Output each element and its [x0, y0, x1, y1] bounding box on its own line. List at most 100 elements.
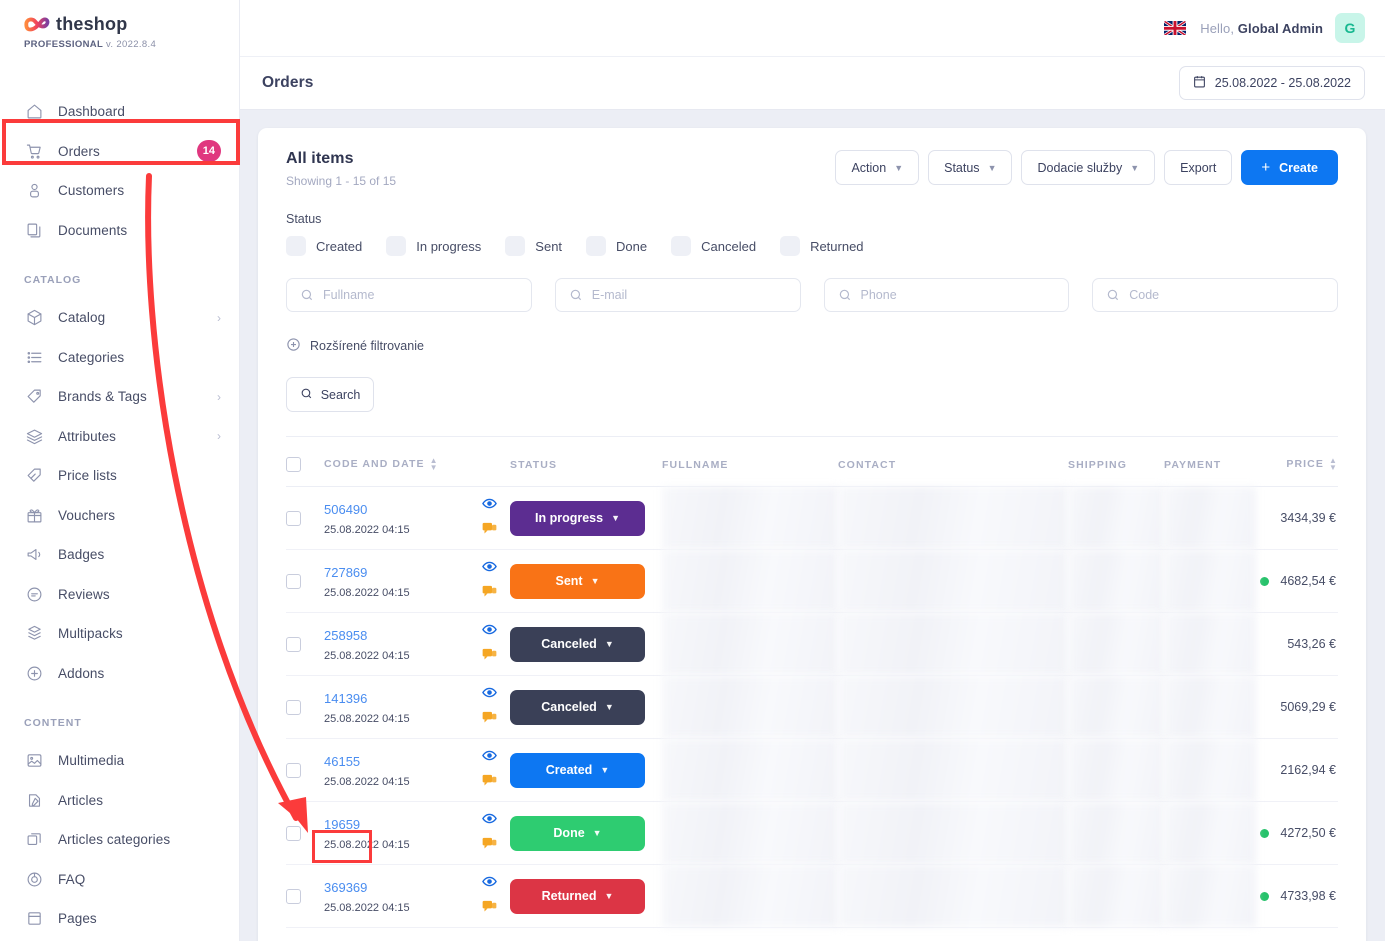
row-checkbox[interactable]: [286, 699, 301, 715]
row-select-cell[interactable]: [286, 549, 324, 613]
sidebar-item-faq[interactable]: FAQ: [0, 860, 239, 900]
comment-icon[interactable]: [482, 710, 497, 730]
search-input[interactable]: [1129, 279, 1337, 311]
status-pill[interactable]: Canceled ▼: [510, 626, 645, 662]
sidebar-item-orders[interactable]: Orders 14: [0, 132, 239, 172]
comment-icon[interactable]: [482, 647, 497, 667]
filter-e-mail-field[interactable]: [554, 278, 801, 312]
avatar[interactable]: G: [1335, 13, 1365, 43]
table-row[interactable]: 506490 25.08.2022 04:15 In progress ▼ 3434,3…: [286, 486, 1338, 550]
order-code-link[interactable]: 258958: [324, 628, 367, 643]
col-code-and-date[interactable]: CODE AND DATE ▲ ▼: [324, 443, 468, 487]
select-all-header[interactable]: [286, 443, 324, 487]
comment-icon[interactable]: [482, 899, 497, 919]
export-button[interactable]: Export: [1164, 150, 1233, 185]
sidebar-item-categories[interactable]: Categories: [0, 338, 239, 378]
table-row[interactable]: 727869 25.08.2022 04:15 Sent ▼ 4682,54 €: [286, 549, 1338, 613]
order-code-link[interactable]: 369369: [324, 880, 367, 895]
row-checkbox[interactable]: [286, 573, 301, 589]
status-pill[interactable]: Done ▼: [510, 815, 645, 851]
search-input[interactable]: [591, 279, 800, 311]
table-row[interactable]: 141396 25.08.2022 04:15 Canceled ▼ 5069,29 €: [286, 675, 1338, 739]
comment-icon[interactable]: [482, 521, 497, 541]
status-filter-sent[interactable]: Sent: [505, 236, 562, 256]
delivery-dropdown[interactable]: Dodacie služby ▼: [1021, 150, 1156, 185]
col-price[interactable]: PRICE ▲ ▼: [1256, 443, 1338, 487]
sidebar-item-brands-tags[interactable]: Brands & Tags ›: [0, 377, 239, 417]
order-code-link[interactable]: 19659: [324, 817, 360, 832]
sidebar-item-attributes[interactable]: Attributes ›: [0, 417, 239, 457]
status-filter-returned[interactable]: Returned: [780, 236, 864, 256]
row-select-cell[interactable]: [286, 675, 324, 739]
comment-icon[interactable]: [482, 836, 497, 856]
eye-icon[interactable]: [481, 559, 497, 579]
filter-code-field[interactable]: [1092, 278, 1338, 312]
row-checkbox[interactable]: [286, 510, 301, 526]
search-input[interactable]: [323, 279, 531, 311]
checkbox[interactable]: [780, 236, 801, 256]
status-pill[interactable]: Returned ▼: [510, 878, 645, 914]
table-row[interactable]: 19659 25.08.2022 04:15 Done ▼ 4272,50 €: [286, 801, 1338, 865]
status-filter-in-progress[interactable]: In progress: [386, 236, 481, 256]
create-button[interactable]: + Create: [1241, 150, 1338, 185]
row-select-cell[interactable]: [286, 612, 324, 676]
status-pill[interactable]: Sent ▼: [510, 563, 645, 599]
row-checkbox[interactable]: [286, 825, 301, 841]
action-dropdown[interactable]: Action ▼: [835, 150, 920, 185]
status-pill[interactable]: Created ▼: [510, 752, 645, 788]
sidebar-item-articles[interactable]: Articles: [0, 781, 239, 821]
search-input[interactable]: [860, 279, 1069, 311]
status-dropdown[interactable]: Status ▼: [928, 150, 1013, 185]
sidebar-item-price-lists[interactable]: Price lists: [0, 456, 239, 496]
comment-icon[interactable]: [482, 773, 497, 793]
checkbox[interactable]: [586, 236, 607, 256]
sort-icon[interactable]: ▲ ▼: [1329, 457, 1338, 471]
eye-icon[interactable]: [481, 496, 497, 516]
date-range-picker[interactable]: 25.08.2022 - 25.08.2022: [1178, 66, 1365, 100]
checkbox[interactable]: [671, 236, 692, 256]
status-filter-canceled[interactable]: Canceled: [671, 236, 756, 256]
checkbox[interactable]: [286, 236, 306, 256]
checkbox[interactable]: [505, 236, 526, 256]
eye-icon[interactable]: [481, 748, 497, 768]
advanced-filter-toggle[interactable]: Rozšírené filtrovanie: [286, 337, 1338, 355]
eye-icon[interactable]: [481, 811, 497, 831]
sidebar-item-catalog[interactable]: Catalog ›: [0, 298, 239, 338]
sidebar-item-multipacks[interactable]: Multipacks: [0, 614, 239, 654]
table-row[interactable]: 258958 25.08.2022 04:15 Canceled ▼ 543,26 €: [286, 612, 1338, 676]
chevron-right-icon[interactable]: ›: [217, 430, 221, 442]
sidebar-item-documents[interactable]: Documents: [0, 211, 239, 251]
checkbox[interactable]: [386, 236, 407, 256]
eye-icon[interactable]: [481, 874, 497, 894]
sidebar-item-dashboard[interactable]: Dashboard: [0, 92, 239, 132]
status-pill[interactable]: In progress ▼: [510, 500, 645, 536]
status-filter-created[interactable]: Created: [286, 236, 362, 256]
brand-logo[interactable]: theshop PROFESSIONAL v. 2022.8.4: [0, 0, 239, 50]
sidebar-item-pages[interactable]: Pages: [0, 899, 239, 939]
row-select-cell[interactable]: [286, 864, 324, 928]
uk-flag-icon[interactable]: [1164, 20, 1187, 36]
select-all-checkbox[interactable]: [286, 457, 301, 472]
row-checkbox[interactable]: [286, 762, 301, 778]
sidebar-item-articles-categories[interactable]: Articles categories: [0, 820, 239, 860]
row-checkbox[interactable]: [286, 888, 301, 904]
chevron-right-icon[interactable]: ›: [217, 391, 221, 403]
filter-fullname-field[interactable]: [286, 278, 532, 312]
table-row[interactable]: 46155 25.08.2022 04:15 Created ▼ 2162,94 €: [286, 738, 1338, 802]
sidebar-item-addons[interactable]: Addons: [0, 654, 239, 694]
order-code-link[interactable]: 141396: [324, 691, 367, 706]
order-code-link[interactable]: 727869: [324, 565, 367, 580]
sidebar-item-badges[interactable]: Badges: [0, 535, 239, 575]
row-select-cell[interactable]: [286, 486, 324, 550]
row-checkbox[interactable]: [286, 636, 301, 652]
row-select-cell[interactable]: [286, 801, 324, 865]
table-row[interactable]: 369369 25.08.2022 04:15 Returned ▼ 4733,98 €: [286, 864, 1338, 928]
sort-icon[interactable]: ▲ ▼: [430, 457, 439, 471]
order-code-link[interactable]: 506490: [324, 502, 367, 517]
search-button[interactable]: Search: [286, 377, 374, 412]
sidebar-item-customers[interactable]: Customers: [0, 171, 239, 211]
status-pill[interactable]: Canceled ▼: [510, 689, 645, 725]
comment-icon[interactable]: [482, 584, 497, 604]
chevron-right-icon[interactable]: ›: [217, 312, 221, 324]
filter-phone-field[interactable]: [823, 278, 1070, 312]
